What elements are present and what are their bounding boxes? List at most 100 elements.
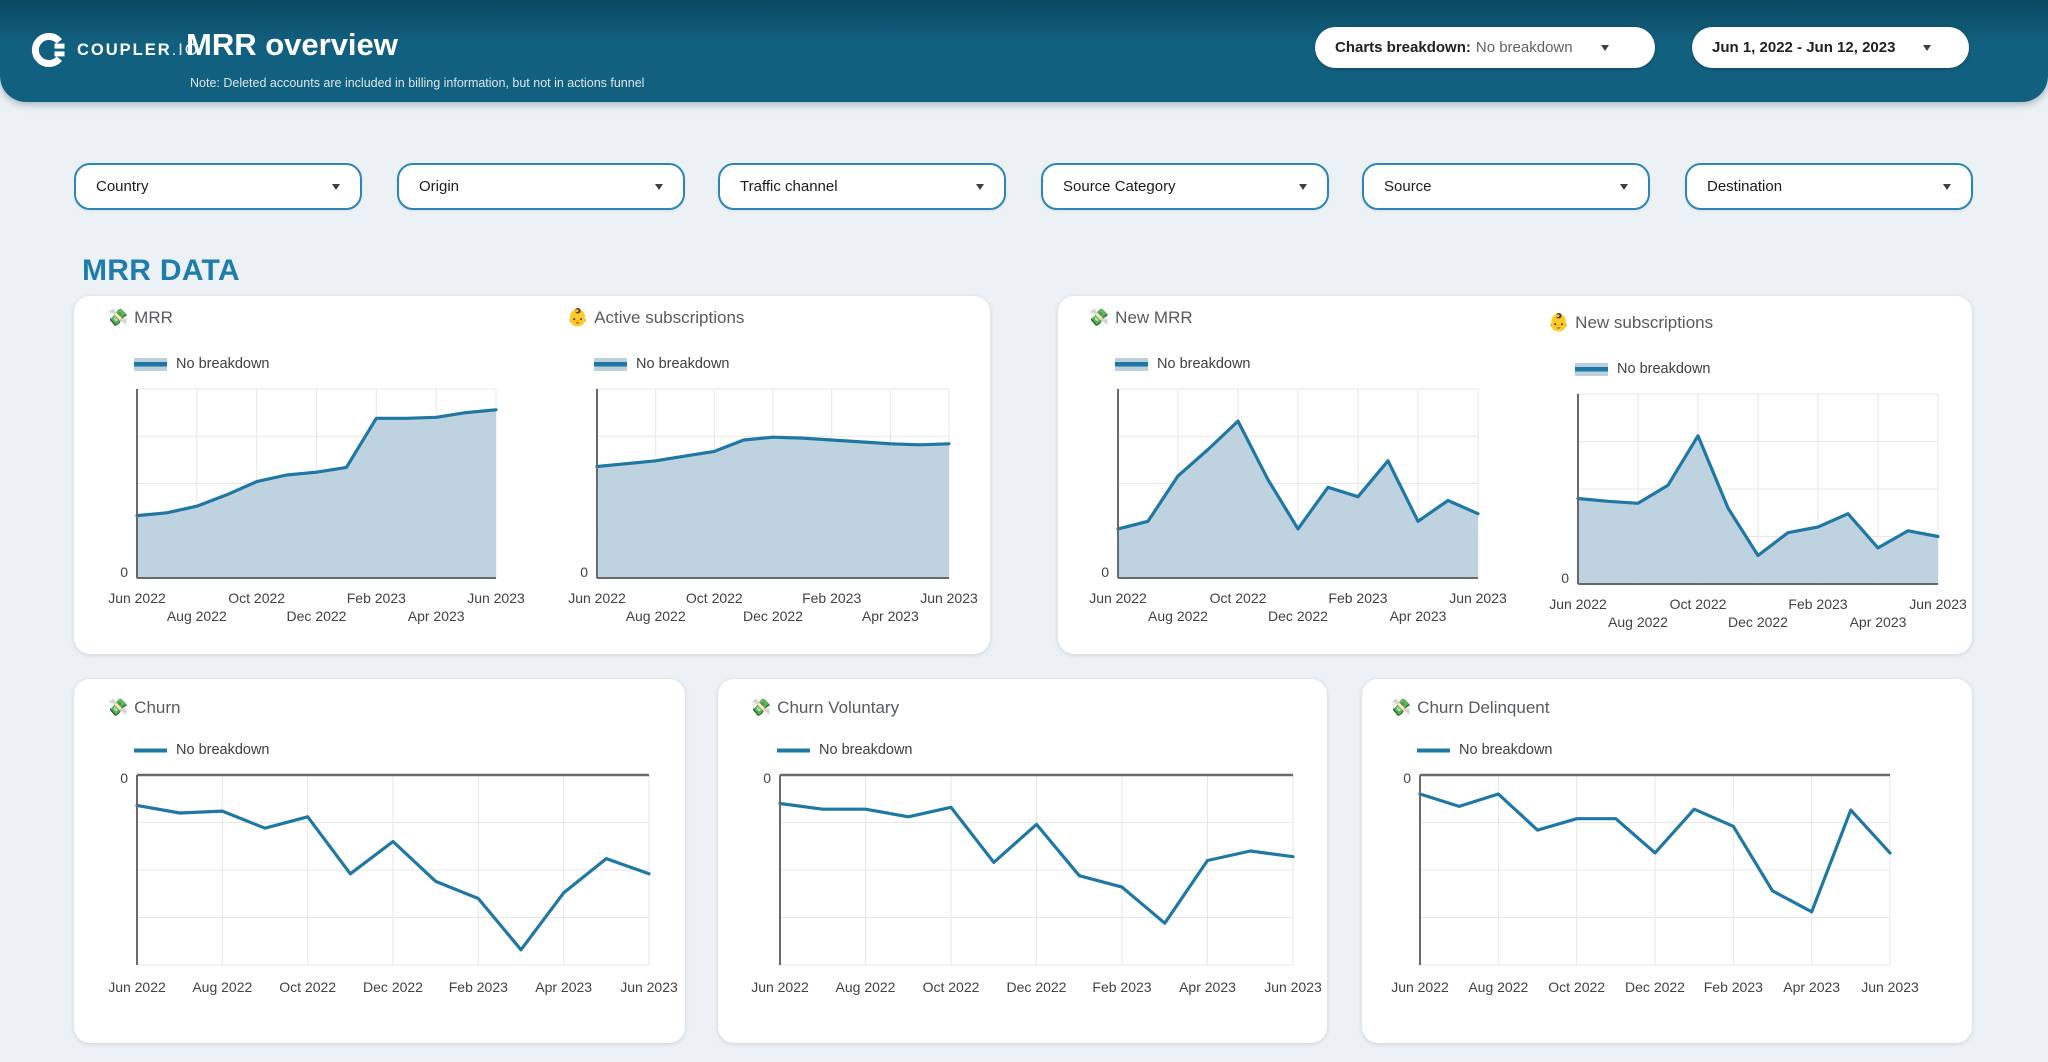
svg-text:Dec 2022: Dec 2022	[1625, 979, 1685, 995]
logo-text: COUPLER.IO	[77, 41, 200, 60]
money-with-wings-emoji: 💸	[1088, 308, 1109, 328]
chevron-down-icon	[1620, 184, 1628, 190]
svg-text:Apr 2023: Apr 2023	[1390, 608, 1447, 624]
filter-source[interactable]: Source	[1362, 163, 1650, 210]
svg-text:Jun 2023: Jun 2023	[920, 590, 978, 606]
svg-text:Aug 2022: Aug 2022	[1608, 614, 1668, 630]
chevron-down-icon	[1299, 184, 1307, 190]
chart-title-active-subscriptions: 👶Active subscriptions	[567, 308, 744, 328]
section-title-mrr-data: MRR DATA	[82, 254, 240, 288]
chevron-down-icon	[1601, 45, 1609, 51]
new-mrr-plot-area[interactable]: 0Jun 2022Oct 2022Feb 2023Jun 2023Aug 202…	[1048, 377, 1548, 644]
svg-text:0: 0	[763, 770, 771, 786]
filter-country[interactable]: Country	[74, 163, 362, 210]
legend-swatch	[777, 744, 810, 757]
svg-text:Dec 2022: Dec 2022	[363, 979, 423, 995]
svg-text:Jun 2022: Jun 2022	[108, 979, 166, 995]
money-with-wings-emoji: 💸	[107, 698, 128, 718]
filter-origin[interactable]: Origin	[397, 163, 685, 210]
svg-text:Dec 2022: Dec 2022	[1728, 614, 1788, 630]
chevron-down-icon	[1923, 45, 1931, 51]
svg-text:Jun 2022: Jun 2022	[108, 590, 166, 606]
legend-churn-voluntary: No breakdown	[777, 742, 913, 758]
legend-swatch	[134, 744, 167, 757]
header-bar: COUPLER.IO MRR overview Note: Deleted ac…	[0, 0, 2048, 102]
mrr-plot-area[interactable]: 0Jun 2022Oct 2022Feb 2023Jun 2023Aug 202…	[67, 377, 566, 644]
active-subscriptions-plot-area[interactable]: 0Jun 2022Oct 2022Feb 2023Jun 2023Aug 202…	[527, 377, 1019, 644]
svg-text:Dec 2022: Dec 2022	[1007, 979, 1067, 995]
svg-text:Feb 2023: Feb 2023	[347, 590, 406, 606]
money-with-wings-emoji: 💸	[107, 308, 128, 328]
svg-text:Dec 2022: Dec 2022	[1268, 608, 1328, 624]
svg-text:Jun 2023: Jun 2023	[620, 979, 678, 995]
legend-swatch	[1575, 363, 1608, 376]
svg-text:Jun 2023: Jun 2023	[1909, 596, 1967, 612]
svg-text:0: 0	[1561, 570, 1569, 586]
svg-text:0: 0	[580, 564, 588, 580]
svg-text:Aug 2022: Aug 2022	[167, 608, 227, 624]
svg-text:Apr 2023: Apr 2023	[862, 608, 919, 624]
svg-text:Jun 2022: Jun 2022	[568, 590, 626, 606]
svg-text:Apr 2023: Apr 2023	[1850, 614, 1907, 630]
churn-plot-area[interactable]: 0Jun 2022Aug 2022Oct 2022Dec 2022Feb 202…	[67, 763, 719, 1031]
coupler-logo-icon	[30, 31, 68, 69]
chevron-down-icon	[976, 184, 984, 190]
svg-text:Jun 2023: Jun 2023	[1861, 979, 1919, 995]
legend-swatch	[1115, 358, 1148, 371]
new-subscriptions-plot-area[interactable]: 0 Jun 2022 Oct 2022 Feb 2023 Jun 2023 Aug 202…	[1508, 382, 2008, 650]
churn-delinquent-plot-area[interactable]: 0 Jun 2022 Aug 2022 Oct 2022 Dec 2022 Feb 202…	[1350, 763, 1960, 1031]
money-with-wings-emoji: 💸	[1390, 698, 1411, 718]
svg-text:Jun 2023: Jun 2023	[1449, 590, 1507, 606]
svg-text:0: 0	[120, 564, 128, 580]
svg-text:Jun 2023: Jun 2023	[467, 590, 525, 606]
svg-text:Jun 2022: Jun 2022	[1391, 979, 1449, 995]
filter-traffic-channel[interactable]: Traffic channel	[718, 163, 1006, 210]
svg-text:Feb 2023: Feb 2023	[1092, 979, 1151, 995]
dashboard-page: COUPLER.IO MRR overview Note: Deleted ac…	[0, 0, 2048, 1062]
svg-text:Feb 2023: Feb 2023	[1788, 596, 1847, 612]
legend-new-mrr: No breakdown	[1115, 356, 1251, 372]
page-title: MRR overview	[186, 27, 398, 63]
baby-emoji: 👶	[567, 308, 588, 328]
svg-text:Feb 2023: Feb 2023	[1704, 979, 1763, 995]
svg-text:0: 0	[1403, 770, 1411, 786]
svg-text:Oct 2022: Oct 2022	[1670, 596, 1727, 612]
svg-text:Aug 2022: Aug 2022	[1468, 979, 1528, 995]
date-range-dropdown[interactable]: Jun 1, 2022 - Jun 12, 2023	[1692, 27, 1969, 68]
svg-text:Jun 2022: Jun 2022	[1549, 596, 1607, 612]
svg-text:Oct 2022: Oct 2022	[923, 979, 980, 995]
legend-new-subscriptions: No breakdown	[1575, 361, 1711, 377]
legend-churn: No breakdown	[134, 742, 270, 758]
chevron-down-icon	[1943, 184, 1951, 190]
coupler-logo: COUPLER.IO	[30, 31, 200, 69]
chart-title-churn: 💸Churn	[107, 698, 180, 718]
chart-title-churn-delinquent: 💸Churn Delinquent	[1390, 698, 1549, 718]
legend-churn-delinquent: No breakdown	[1417, 742, 1553, 758]
filter-source-category[interactable]: Source Category	[1041, 163, 1329, 210]
svg-text:Feb 2023: Feb 2023	[449, 979, 508, 995]
svg-text:Jun 2023: Jun 2023	[1264, 979, 1322, 995]
legend-active-subscriptions: No breakdown	[594, 356, 730, 372]
svg-text:Apr 2023: Apr 2023	[1179, 979, 1236, 995]
svg-text:Feb 2023: Feb 2023	[1328, 590, 1387, 606]
chevron-down-icon	[655, 184, 663, 190]
baby-emoji: 👶	[1548, 313, 1569, 333]
svg-text:Apr 2023: Apr 2023	[535, 979, 592, 995]
svg-text:Jun 2022: Jun 2022	[751, 979, 809, 995]
chart-title-new-mrr: 💸New MRR	[1088, 308, 1193, 328]
svg-text:Jun 2022: Jun 2022	[1089, 590, 1147, 606]
filter-destination[interactable]: Destination	[1685, 163, 1973, 210]
chart-title-new-subscriptions: 👶New subscriptions	[1548, 313, 1713, 333]
legend-mrr: No breakdown	[134, 356, 270, 372]
churn-voluntary-plot-area[interactable]: 0 Jun 2022 Aug 2022 Oct 2022 Dec 2022 Feb 202…	[710, 763, 1363, 1031]
svg-text:Feb 2023: Feb 2023	[802, 590, 861, 606]
charts-breakdown-dropdown[interactable]: Charts breakdown: No breakdown	[1315, 27, 1655, 68]
legend-swatch	[594, 358, 627, 371]
svg-text:Oct 2022: Oct 2022	[1210, 590, 1267, 606]
svg-text:Dec 2022: Dec 2022	[743, 608, 803, 624]
svg-text:0: 0	[1101, 564, 1109, 580]
svg-text:Apr 2023: Apr 2023	[1783, 979, 1840, 995]
svg-text:Aug 2022: Aug 2022	[836, 979, 896, 995]
svg-text:Oct 2022: Oct 2022	[1548, 979, 1605, 995]
chart-title-churn-voluntary: 💸Churn Voluntary	[750, 698, 899, 718]
